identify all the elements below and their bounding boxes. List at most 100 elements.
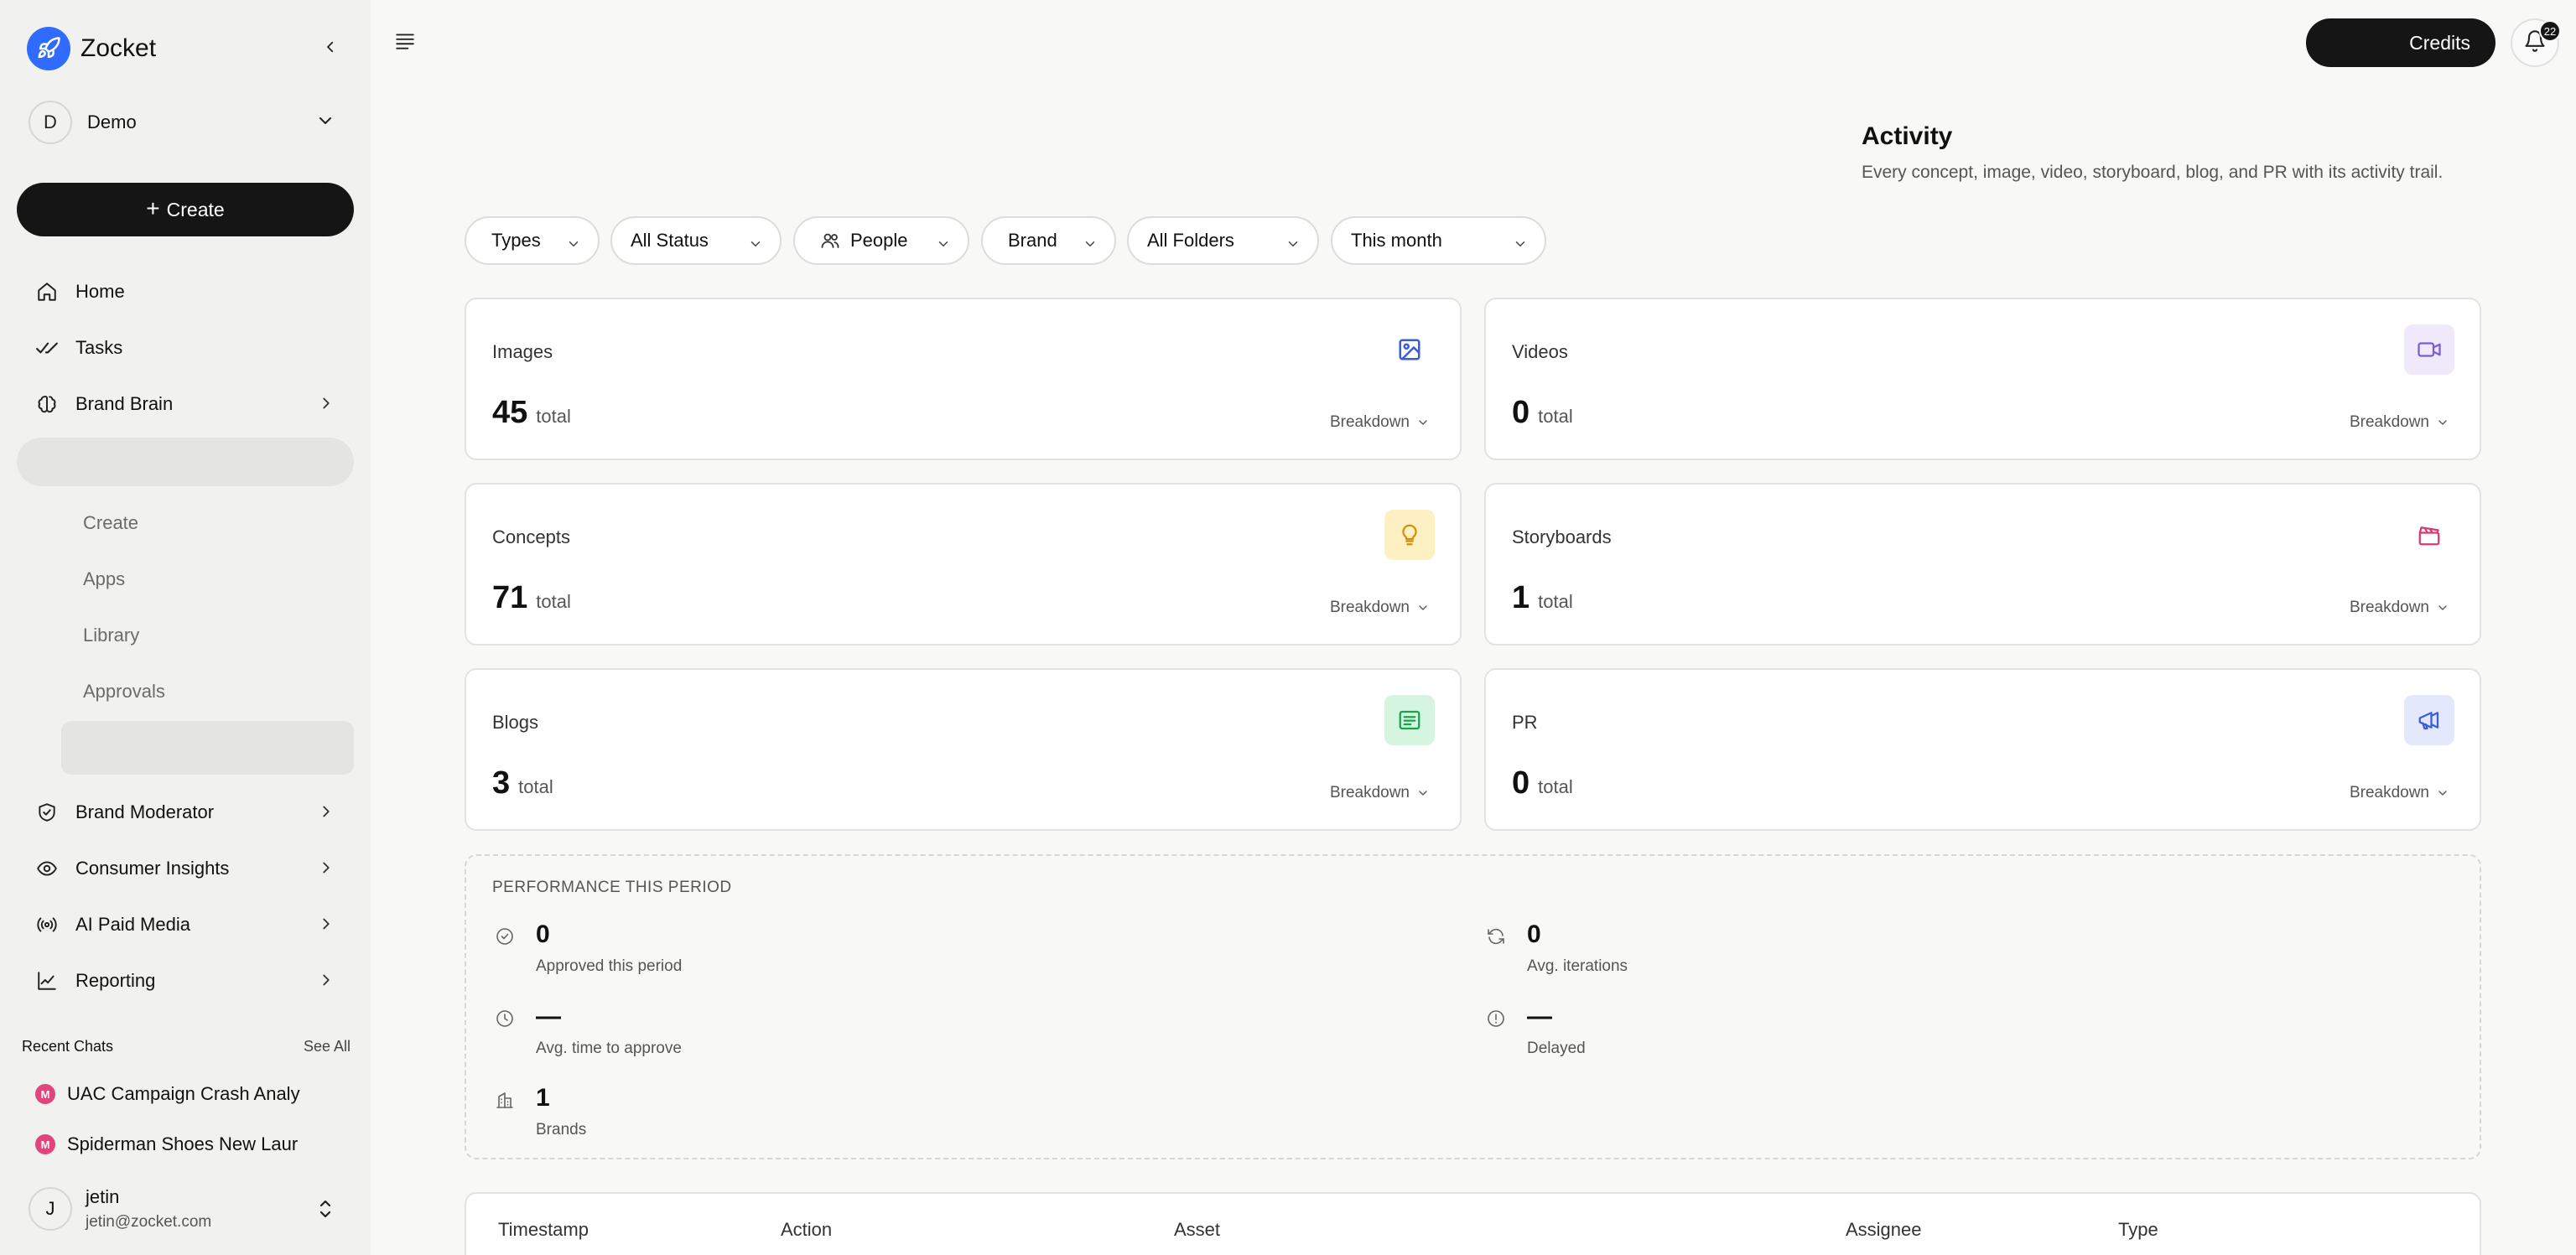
filter-label: All Status — [631, 230, 709, 251]
sidebar-item-brand-moderator[interactable]: Brand Moderator — [17, 789, 354, 836]
sidebar-item-label: Tasks — [75, 337, 123, 358]
filter-status[interactable]: All Status — [610, 216, 782, 265]
column-header-timestamp[interactable]: Timestamp — [498, 1219, 589, 1241]
breakdown-toggle[interactable]: Breakdown — [2350, 784, 2449, 802]
breakdown-toggle[interactable]: Breakdown — [1330, 413, 1430, 432]
filter-label: People — [850, 230, 908, 251]
card-count-value: 0 — [1512, 395, 1530, 430]
chevron-right-icon — [317, 971, 335, 993]
metric-value: 0 — [1527, 921, 1541, 948]
app-name: Zocket — [80, 34, 157, 62]
breakdown-toggle[interactable]: Breakdown — [1330, 599, 1430, 617]
user-info: jetin jetin@zocket.com — [86, 1186, 211, 1232]
column-header-asset[interactable]: Asset — [1174, 1219, 1220, 1241]
sidebar-subitem-apps[interactable]: Apps — [83, 568, 125, 590]
home-icon — [34, 278, 60, 305]
filter-label: Brand — [1008, 230, 1057, 251]
sidebar-item-label: Home — [75, 281, 125, 302]
column-header-assignee[interactable]: Assignee — [1846, 1219, 1922, 1241]
card-storyboards[interactable]: Storyboards 1 total Breakdown — [1484, 483, 2481, 646]
filter-types[interactable]: Types — [465, 216, 600, 265]
chevron-down-icon — [1419, 605, 1427, 610]
filter-date-range[interactable]: This month — [1331, 216, 1546, 265]
card-count: 0 total — [1512, 765, 1573, 801]
sidebar-item-placeholder[interactable] — [17, 438, 354, 486]
chevron-down-icon — [566, 235, 581, 257]
sidebar-item-ai-paid-media[interactable]: AI Paid Media — [17, 901, 354, 948]
card-images[interactable]: Images 45 total Breakdown — [465, 298, 1462, 460]
filter-folders[interactable]: All Folders — [1127, 216, 1319, 265]
sidebar-item-reporting[interactable]: Reporting — [17, 957, 354, 1004]
sidebar-subitem-approvals[interactable]: Approvals — [83, 681, 165, 703]
metric-value: 1 — [536, 1084, 550, 1112]
workspace-switcher[interactable]: D Demo — [29, 101, 347, 144]
card-concepts[interactable]: Concepts 71 total Breakdown — [465, 483, 1462, 646]
card-count-value: 0 — [1512, 765, 1530, 801]
card-blogs[interactable]: Blogs 3 total Breakdown — [465, 668, 1462, 831]
sidebar-item-label: Brand Moderator — [75, 801, 215, 822]
refresh-icon — [1483, 924, 1509, 949]
filter-brand[interactable]: Brand — [981, 216, 1116, 265]
notifications-button[interactable]: 22 — [2511, 18, 2561, 67]
filter-label: This month — [1351, 230, 1442, 251]
card-count-unit: total — [536, 406, 571, 427]
create-button[interactable]: + Create — [17, 183, 354, 236]
user-menu[interactable]: J jetin jetin@zocket.com — [29, 1185, 347, 1232]
metric-value: — — [536, 1003, 561, 1030]
collapse-sidebar-icon[interactable] — [319, 35, 342, 59]
card-count: 71 total — [492, 580, 571, 616]
chat-label: Spiderman Shoes New Laur — [67, 1133, 299, 1154]
menu-toggle-icon[interactable] — [394, 30, 416, 56]
column-header-action[interactable]: Action — [781, 1219, 832, 1241]
card-videos[interactable]: Videos 0 total Breakdown — [1484, 298, 2481, 460]
breakdown-label: Breakdown — [2349, 784, 2429, 801]
performance-title: PERFORMANCE THIS PERIOD — [492, 879, 732, 896]
sidebar-item-label: Reporting — [75, 970, 156, 991]
chevron-down-icon — [1285, 235, 1301, 257]
credits-button[interactable]: Credits — [2306, 18, 2496, 67]
recent-chat-item[interactable]: M UAC Campaign Crash Analy — [35, 1083, 312, 1105]
chevron-down-icon — [936, 235, 951, 257]
app-logo[interactable]: Zocket — [27, 27, 156, 70]
column-header-type[interactable]: Type — [2118, 1219, 2158, 1241]
chevron-down-icon — [1513, 235, 1528, 257]
sidebar-item-brand-brain[interactable]: Brand Brain — [17, 381, 354, 428]
sidebar-subitem-create[interactable]: Create — [83, 512, 138, 534]
recent-chat-item[interactable]: M Spiderman Shoes New Laur — [35, 1133, 312, 1155]
metric-value: — — [1527, 1003, 1552, 1030]
video-icon — [2404, 324, 2454, 375]
megaphone-icon — [2404, 695, 2454, 745]
people-icon — [820, 231, 840, 251]
card-title: Videos — [1512, 341, 1568, 362]
page-subtitle: Every concept, image, video, storyboard,… — [1862, 163, 2444, 182]
filter-label: Types — [491, 230, 541, 251]
card-title: Concepts — [492, 526, 570, 547]
chevron-down-icon — [2438, 605, 2447, 610]
sidebar-subitem-library[interactable]: Library — [83, 625, 139, 646]
breakdown-toggle[interactable]: Breakdown — [2350, 413, 2449, 432]
card-pr[interactable]: PR 0 total Breakdown — [1484, 668, 2481, 831]
breakdown-label: Breakdown — [1329, 784, 1410, 801]
sidebar-item-home[interactable]: Home — [17, 268, 354, 315]
sidebar-item-consumer-insights[interactable]: Consumer Insights — [17, 845, 354, 892]
sidebar-subitem-placeholder[interactable] — [61, 721, 354, 775]
sidebar-item-label: Consumer Insights — [75, 858, 230, 879]
see-all-link[interactable]: See All — [304, 1038, 351, 1055]
breakdown-label: Breakdown — [1329, 599, 1410, 616]
page-title: Activity — [1862, 122, 1953, 150]
metric-label: Avg. time to approve — [536, 1040, 682, 1057]
filter-people[interactable]: People — [793, 216, 969, 265]
card-count: 1 total — [1512, 580, 1573, 616]
rocket-icon — [27, 27, 70, 70]
metric-label: Approved this period — [536, 957, 683, 975]
breakdown-toggle[interactable]: Breakdown — [1330, 784, 1430, 802]
card-count-value: 71 — [492, 580, 528, 615]
breakdown-label: Breakdown — [2349, 599, 2429, 616]
image-icon — [1384, 324, 1435, 375]
create-button-label: Create — [166, 198, 225, 220]
metric-label: Brands — [536, 1121, 587, 1138]
sidebar-item-tasks[interactable]: Tasks — [17, 324, 354, 371]
card-count-unit: total — [536, 591, 571, 612]
workspace-avatar: D — [29, 101, 72, 144]
breakdown-toggle[interactable]: Breakdown — [2350, 599, 2449, 617]
